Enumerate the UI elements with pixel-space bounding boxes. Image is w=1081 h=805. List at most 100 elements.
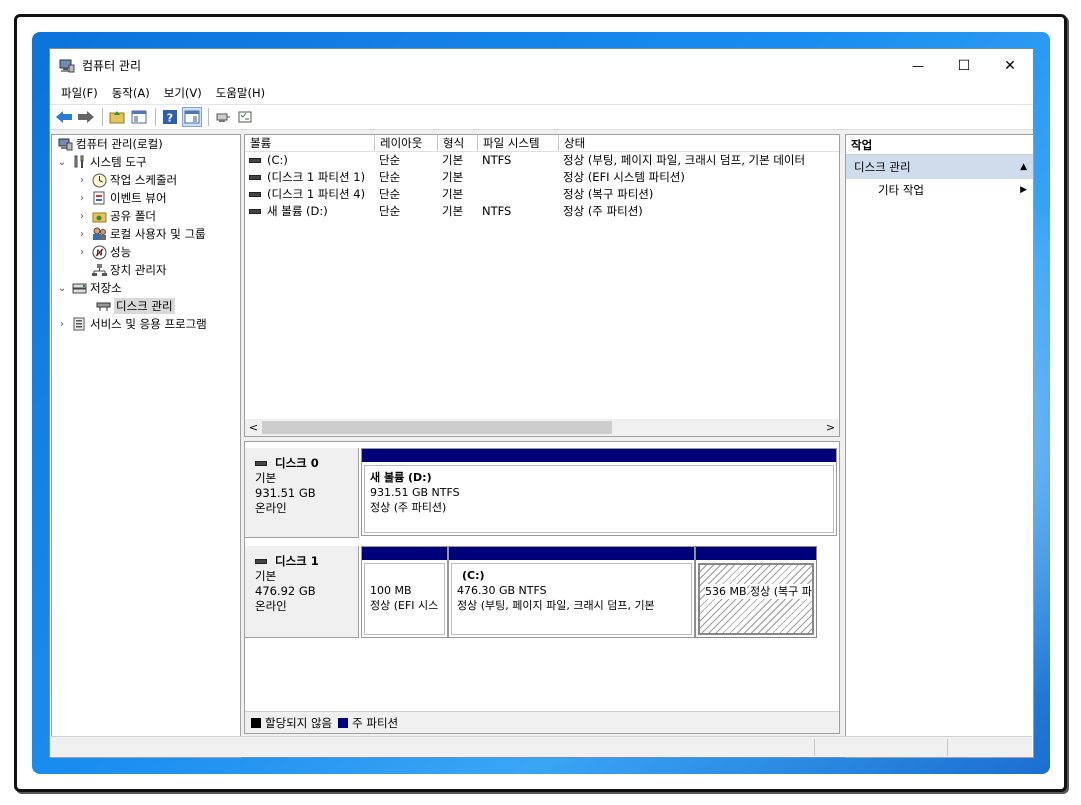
close-button[interactable]: ✕ bbox=[987, 49, 1033, 82]
up-folder-icon[interactable] bbox=[107, 107, 127, 127]
computer-management-window: 컴퓨터 관리 — ☐ ✕ 파일(F) 동작(A) 보기(V) 도움말(H) ? … bbox=[49, 48, 1034, 758]
disk-0-row: 디스크 0 기본 931.51 GB 온라인 새 볼륨 (D:) 931.51 … bbox=[245, 448, 839, 538]
disk-0-info[interactable]: 디스크 0 기본 931.51 GB 온라인 bbox=[245, 448, 359, 538]
svg-text:N: N bbox=[96, 248, 102, 257]
menu-view[interactable]: 보기(V) bbox=[157, 85, 209, 101]
partition-d[interactable]: 새 볼륨 (D:) 931.51 GB NTFS 정상 (주 파티션) bbox=[361, 448, 837, 536]
partition-size: 100 MB bbox=[370, 584, 412, 597]
primary-partition-bar bbox=[449, 547, 694, 560]
disk-size: 476.92 GB bbox=[255, 584, 316, 598]
tree-item-root[interactable]: 컴퓨터 관리(로컬) bbox=[52, 135, 240, 153]
volume-status: 정상 (복구 파티션) bbox=[563, 187, 654, 201]
volume-layout: 단순 bbox=[379, 153, 401, 167]
volume-list-header: 볼륨 레이아웃 형식 파일 시스템 상태 bbox=[245, 135, 839, 152]
tree-item-performance[interactable]: › N 성능 bbox=[52, 243, 240, 261]
title-bar[interactable]: 컴퓨터 관리 — ☐ ✕ bbox=[50, 49, 1033, 82]
disk-management-icon bbox=[95, 299, 111, 314]
partition-c[interactable]: (C:) 476.30 GB NTFS 정상 (부팅, 페이지 파일, 크래시 … bbox=[448, 546, 695, 638]
tree-item-shared-folders[interactable]: › 공유 폴더 bbox=[52, 207, 240, 225]
tree-item-storage[interactable]: ⌄ 저장소 bbox=[52, 279, 240, 297]
scrollbar-thumb[interactable] bbox=[262, 421, 612, 434]
disk-1-row: 디스크 1 기본 476.92 GB 온라인 100 MB 정상 (EFI 시스… bbox=[245, 546, 839, 638]
partition-size: 931.51 GB NTFS bbox=[370, 486, 460, 499]
chevron-right-icon[interactable]: › bbox=[76, 175, 88, 186]
menu-action[interactable]: 동작(A) bbox=[105, 85, 157, 101]
tree-item-task-scheduler[interactable]: › 작업 스케줄러 bbox=[52, 171, 240, 189]
horizontal-scrollbar[interactable]: < > bbox=[245, 419, 839, 436]
column-volume[interactable]: 볼륨 bbox=[245, 135, 375, 151]
chevron-right-icon[interactable]: › bbox=[76, 247, 88, 258]
minimize-button[interactable]: — bbox=[895, 49, 941, 82]
show-hide-tree-icon[interactable] bbox=[129, 107, 149, 127]
chevron-right-icon[interactable]: › bbox=[76, 193, 88, 204]
toolbar-separator bbox=[102, 108, 103, 126]
device-manager-icon bbox=[91, 263, 107, 278]
chevron-down-icon[interactable]: ⌄ bbox=[56, 157, 68, 168]
connect-icon[interactable] bbox=[213, 107, 233, 127]
tools-icon bbox=[71, 155, 87, 170]
primary-swatch bbox=[338, 717, 349, 728]
chevron-right-icon[interactable]: › bbox=[56, 319, 68, 330]
back-arrow-icon[interactable] bbox=[54, 107, 74, 127]
actions-section-disk-management[interactable]: 디스크 관리 ▲ bbox=[846, 155, 1033, 179]
computer-management-icon bbox=[57, 137, 73, 152]
scroll-right-button[interactable]: > bbox=[822, 419, 839, 436]
legend: 할당되지 않음 주 파티션 bbox=[245, 711, 839, 733]
volume-row-disk1-part4[interactable]: (디스크 1 파티션 4) 단순 기본 정상 (복구 파티션) bbox=[245, 186, 839, 203]
partition-recovery[interactable]: 536 MB 정상 (복구 파티션) bbox=[695, 546, 817, 638]
volume-fs bbox=[478, 186, 559, 203]
chevron-right-icon[interactable]: › bbox=[76, 211, 88, 222]
menu-help[interactable]: 도움말(H) bbox=[209, 85, 272, 101]
volume-type: 기본 bbox=[442, 170, 464, 184]
chevron-right-icon[interactable]: › bbox=[76, 229, 88, 240]
column-filesystem[interactable]: 파일 시스템 bbox=[478, 135, 559, 151]
volume-name: 새 볼륨 (D:) bbox=[267, 204, 328, 218]
volume-layout: 단순 bbox=[379, 204, 401, 218]
tree-item-local-users[interactable]: › 로컬 사용자 및 그룹 bbox=[52, 225, 240, 243]
tree-item-device-manager[interactable]: 장치 관리자 bbox=[52, 261, 240, 279]
primary-partition-bar bbox=[362, 449, 836, 462]
volume-list: 볼륨 레이아웃 형식 파일 시스템 상태 (C:) 단순 기본 NTFS 정상 … bbox=[244, 134, 840, 437]
maximize-button[interactable]: ☐ bbox=[941, 49, 987, 82]
volume-row-disk1-part1[interactable]: (디스크 1 파티션 1) 단순 기본 정상 (EFI 시스템 파티션) bbox=[245, 169, 839, 186]
volume-layout: 단순 bbox=[379, 170, 401, 184]
volume-icon bbox=[249, 175, 261, 180]
menu-file[interactable]: 파일(F) bbox=[54, 85, 105, 101]
console-tree: 컴퓨터 관리(로컬) ⌄ 시스템 도구 › 작업 스케줄러 › 이벤트 뷰어 ›… bbox=[51, 134, 241, 758]
chevron-down-icon[interactable]: ⌄ bbox=[56, 283, 68, 294]
volume-layout: 단순 bbox=[379, 187, 401, 201]
collapse-up-icon[interactable]: ▲ bbox=[1020, 155, 1027, 179]
disk-state: 온라인 bbox=[255, 501, 287, 515]
volume-fs: NTFS bbox=[482, 153, 512, 167]
partition-title: 새 볼륨 (D:) bbox=[370, 471, 432, 484]
volume-row-d[interactable]: 새 볼륨 (D:) 단순 기본 NTFS 정상 (주 파티션) bbox=[245, 203, 839, 220]
disk-name: 디스크 1 bbox=[275, 554, 319, 568]
menu-bar: 파일(F) 동작(A) 보기(V) 도움말(H) bbox=[50, 82, 1033, 104]
svg-text:?: ? bbox=[167, 112, 173, 125]
volume-icon bbox=[249, 209, 261, 214]
action-more-actions[interactable]: 기타 작업 ▶ bbox=[846, 179, 1033, 201]
scroll-left-button[interactable]: < bbox=[245, 419, 262, 436]
column-status[interactable]: 상태 bbox=[559, 135, 839, 151]
tree-item-system-tools[interactable]: ⌄ 시스템 도구 bbox=[52, 153, 240, 171]
action-more-label: 기타 작업 bbox=[878, 183, 924, 197]
toolbar-separator bbox=[208, 108, 209, 126]
shared-folder-icon bbox=[91, 209, 107, 224]
properties-icon[interactable] bbox=[235, 107, 255, 127]
column-layout[interactable]: 레이아웃 bbox=[375, 135, 438, 151]
action-pane-icon[interactable] bbox=[182, 107, 202, 127]
column-type[interactable]: 형식 bbox=[438, 135, 478, 151]
tree-item-services-apps[interactable]: › 서비스 및 응용 프로그램 bbox=[52, 315, 240, 333]
partition-efi[interactable]: 100 MB 정상 (EFI 시스 bbox=[361, 546, 448, 638]
volume-status: 정상 (주 파티션) bbox=[563, 204, 643, 218]
disk-icon bbox=[255, 559, 267, 564]
forward-arrow-icon[interactable] bbox=[76, 107, 96, 127]
help-icon[interactable]: ? bbox=[160, 107, 180, 127]
services-icon bbox=[71, 317, 87, 332]
volume-name: (디스크 1 파티션 4) bbox=[267, 187, 366, 201]
disk-1-info[interactable]: 디스크 1 기본 476.92 GB 온라인 bbox=[245, 546, 359, 638]
tree-item-event-viewer[interactable]: › 이벤트 뷰어 bbox=[52, 189, 240, 207]
tree-item-disk-management[interactable]: 디스크 관리 bbox=[52, 297, 240, 315]
volume-type: 기본 bbox=[442, 187, 464, 201]
volume-row-c[interactable]: (C:) 단순 기본 NTFS 정상 (부팅, 페이지 파일, 크래시 덤프, … bbox=[245, 152, 839, 169]
